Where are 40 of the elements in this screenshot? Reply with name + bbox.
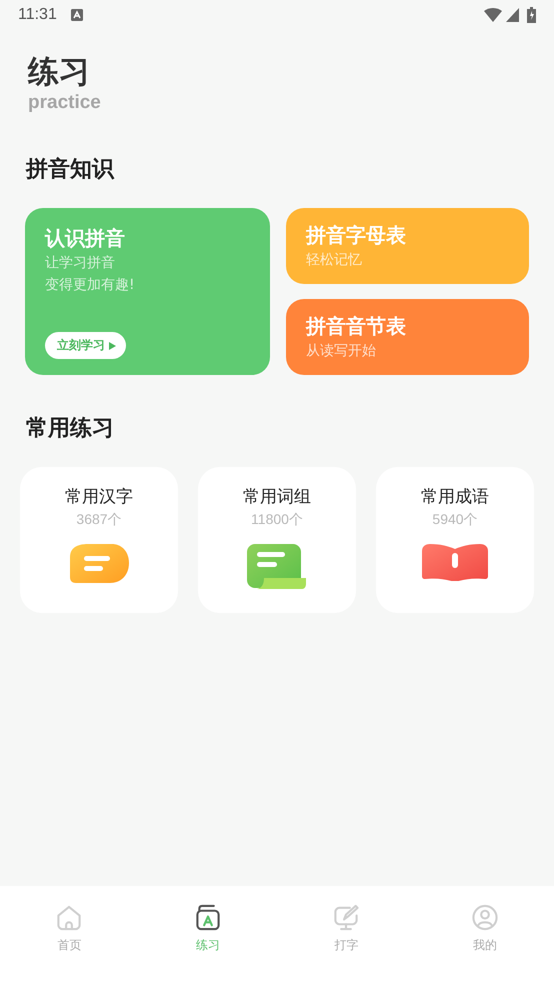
practice-card[interactable]: 常用词组 11800个	[198, 467, 356, 613]
home-icon	[55, 904, 84, 931]
card-subtitle: 变得更加有趣!	[45, 276, 136, 295]
practice-card[interactable]: 常用成语 5940个	[376, 467, 534, 613]
monitor-pen-icon	[332, 904, 360, 931]
open-book-icon	[421, 543, 489, 581]
page-title: 练习	[28, 53, 91, 92]
card-title: 拼音音节表	[306, 313, 407, 340]
nav-tab[interactable]: 打字	[277, 904, 416, 954]
scroll-icon	[246, 543, 308, 591]
book-icon	[194, 904, 222, 931]
start-learning-button[interactable]: 立刻学习	[45, 332, 126, 359]
card-subtitle: 让学习拼音	[45, 254, 116, 273]
practice-count: 11800个	[251, 510, 303, 529]
card-subtitle: 从读写开始	[306, 342, 377, 361]
pinyin-table-card[interactable]: 拼音音节表 从读写开始	[286, 299, 529, 375]
wifi-icon	[484, 8, 502, 22]
card-subtitle: 轻松记忆	[306, 251, 363, 270]
learn-pinyin-card[interactable]: 认识拼音 让学习拼音 变得更加有趣! 立刻学习	[25, 208, 270, 375]
nav-tab[interactable]: 我的	[416, 904, 554, 954]
practice-card[interactable]: 常用汉字 3687个	[20, 467, 178, 613]
page-subtitle: practice	[28, 92, 102, 114]
nav-tab[interactable]: 首页	[0, 904, 138, 954]
practice-title: 常用汉字	[65, 486, 133, 509]
practice-count: 5940个	[432, 510, 478, 529]
play-icon	[109, 342, 116, 350]
practice-count: 3687个	[76, 510, 122, 529]
practice-title: 常用词组	[243, 486, 311, 509]
status-time: 11:31	[18, 6, 57, 24]
card-title: 拼音字母表	[306, 222, 407, 249]
section-title: 拼音知识	[24, 156, 116, 184]
card-title: 认识拼音	[45, 225, 126, 252]
signal-icon	[506, 8, 519, 22]
section-title: 常用练习	[25, 415, 115, 443]
battery-icon	[527, 7, 536, 23]
pinyin-table-card[interactable]: 拼音字母表 轻松记忆	[286, 208, 529, 284]
profile-icon	[470, 904, 499, 931]
practice-title: 常用成语	[421, 486, 489, 509]
keyboard-notification-icon	[70, 9, 83, 21]
nav-tab[interactable]: 练习	[138, 904, 277, 954]
